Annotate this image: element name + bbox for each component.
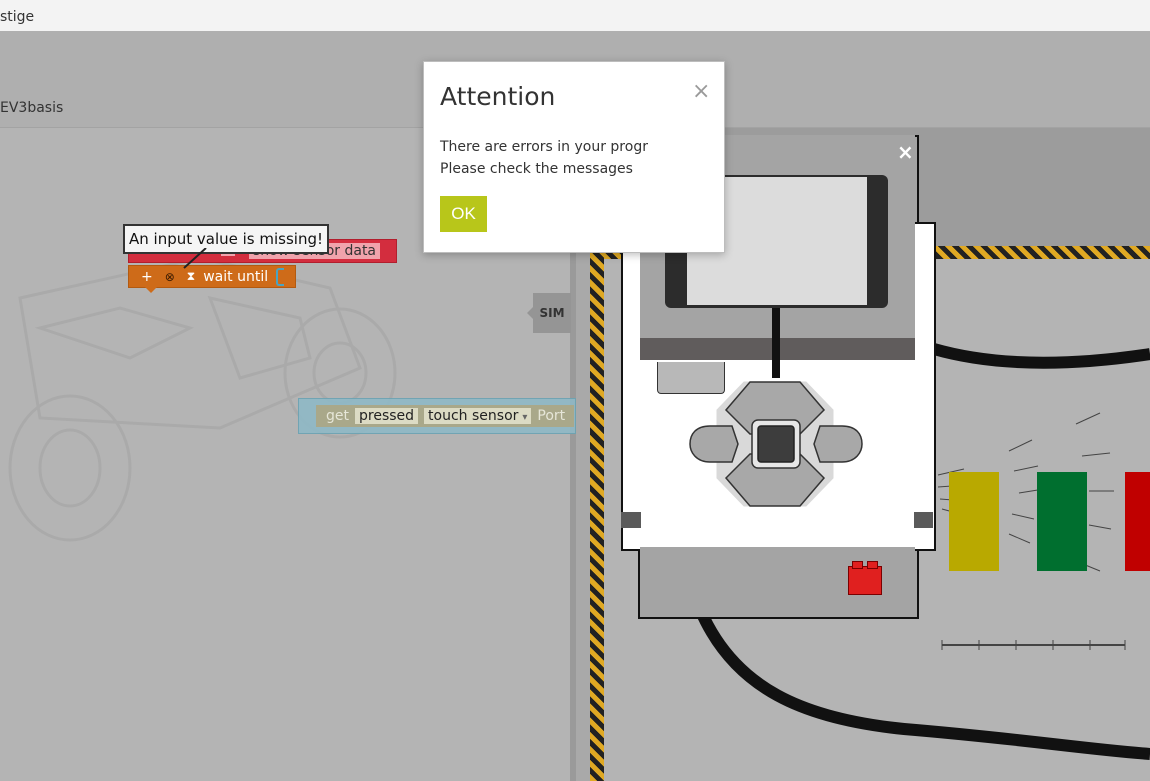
mode-field[interactable]: pressed — [355, 408, 419, 424]
add-icon[interactable]: + — [141, 269, 153, 285]
chevron-down-icon: ▾ — [522, 412, 528, 423]
ev3-right-port — [914, 512, 933, 528]
wait-until-block[interactable]: + ⊗ ⧗ wait until — [128, 265, 296, 293]
hourglass-icon: ⧗ — [186, 269, 196, 283]
sim-red-bar — [1125, 472, 1150, 571]
ev3-button-pad — [689, 381, 863, 507]
gear-icon[interactable]: ⊗ — [165, 270, 175, 284]
port-label: Port — [537, 408, 566, 424]
ev3-right-button — [813, 425, 863, 463]
sim-green-bar — [1037, 472, 1087, 571]
window-title: stige — [0, 9, 35, 25]
sim-toggle-tab[interactable]: SIM — [527, 293, 571, 333]
ev3-led-brick — [848, 561, 882, 595]
attention-dialog: Attention × There are errors in your pro… — [423, 61, 725, 253]
sim-yellow-bar — [949, 472, 999, 571]
sensor-label: touch sensor — [428, 408, 519, 424]
program-name-tab[interactable]: EV3basis — [0, 100, 63, 116]
ev3-center-button — [757, 425, 795, 463]
dialog-message-line1: There are errors in your progr — [440, 139, 648, 155]
dialog-message-line2: Please check the messages — [440, 161, 633, 177]
ev3-left-port — [621, 512, 641, 528]
browser-topbar: stige — [0, 0, 1150, 32]
condition-input-slot[interactable] — [276, 267, 285, 286]
dialog-title: Attention — [440, 82, 556, 111]
ev3-screen-cable — [772, 308, 780, 378]
ok-button[interactable]: OK — [440, 196, 487, 232]
get-label: get — [326, 408, 349, 424]
ev3-close-icon[interactable]: × — [897, 140, 914, 164]
wait-until-label: wait until — [203, 268, 269, 285]
close-icon[interactable]: × — [692, 79, 710, 104]
missing-input-tooltip: An input value is missing! — [123, 224, 329, 254]
get-touch-sensor-block[interactable]: get pressed touch sensor ▾ Port — [316, 405, 574, 427]
tooltip-pointer — [183, 248, 207, 269]
sensor-dropdown[interactable]: touch sensor ▾ — [424, 408, 532, 424]
ev3-left-button — [689, 425, 739, 463]
